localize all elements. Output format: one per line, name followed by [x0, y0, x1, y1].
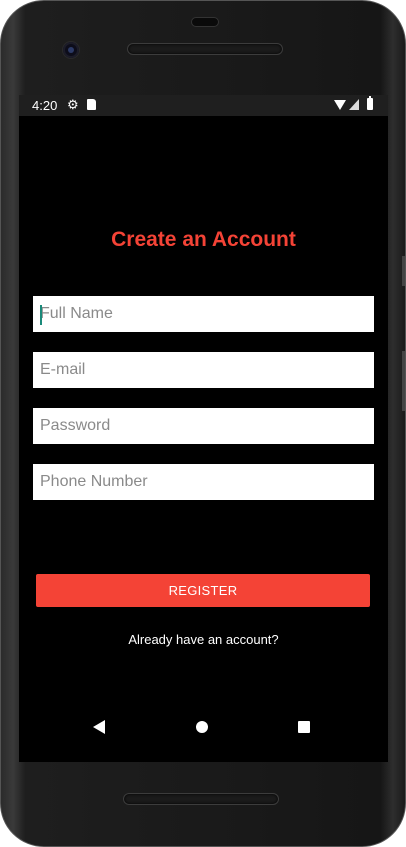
back-icon[interactable] [93, 720, 105, 734]
status-time: 4:20 [32, 98, 58, 113]
password-input[interactable] [33, 408, 374, 444]
phone-frame: 4:20 ⚙ Create an Account REGISTER Alread… [0, 0, 406, 847]
power-button [402, 256, 405, 286]
top-bezel [1, 1, 405, 95]
bottom-speaker [123, 793, 279, 805]
battery-icon [367, 96, 373, 110]
recents-icon[interactable] [298, 721, 310, 733]
email-input[interactable] [33, 352, 374, 388]
signal-icon [349, 99, 359, 110]
status-bar: 4:20 ⚙ [19, 95, 388, 116]
register-button[interactable]: REGISTER [36, 574, 370, 607]
login-link[interactable]: Already have an account? [19, 632, 388, 647]
page-title: Create an Account [111, 228, 296, 251]
navigation-bar [19, 705, 388, 753]
phone-number-input[interactable] [33, 464, 374, 500]
text-cursor [40, 305, 42, 325]
sensor-slot [191, 17, 219, 27]
app-screen: 4:20 ⚙ Create an Account REGISTER Alread… [19, 95, 388, 762]
settings-icon: ⚙ [67, 97, 79, 112]
full-name-input[interactable] [33, 296, 374, 332]
earpiece-speaker [127, 43, 283, 55]
front-camera [63, 42, 79, 58]
volume-button [402, 351, 405, 411]
home-icon[interactable] [196, 721, 208, 733]
sd-card-icon [87, 99, 96, 110]
wifi-icon [334, 100, 346, 110]
